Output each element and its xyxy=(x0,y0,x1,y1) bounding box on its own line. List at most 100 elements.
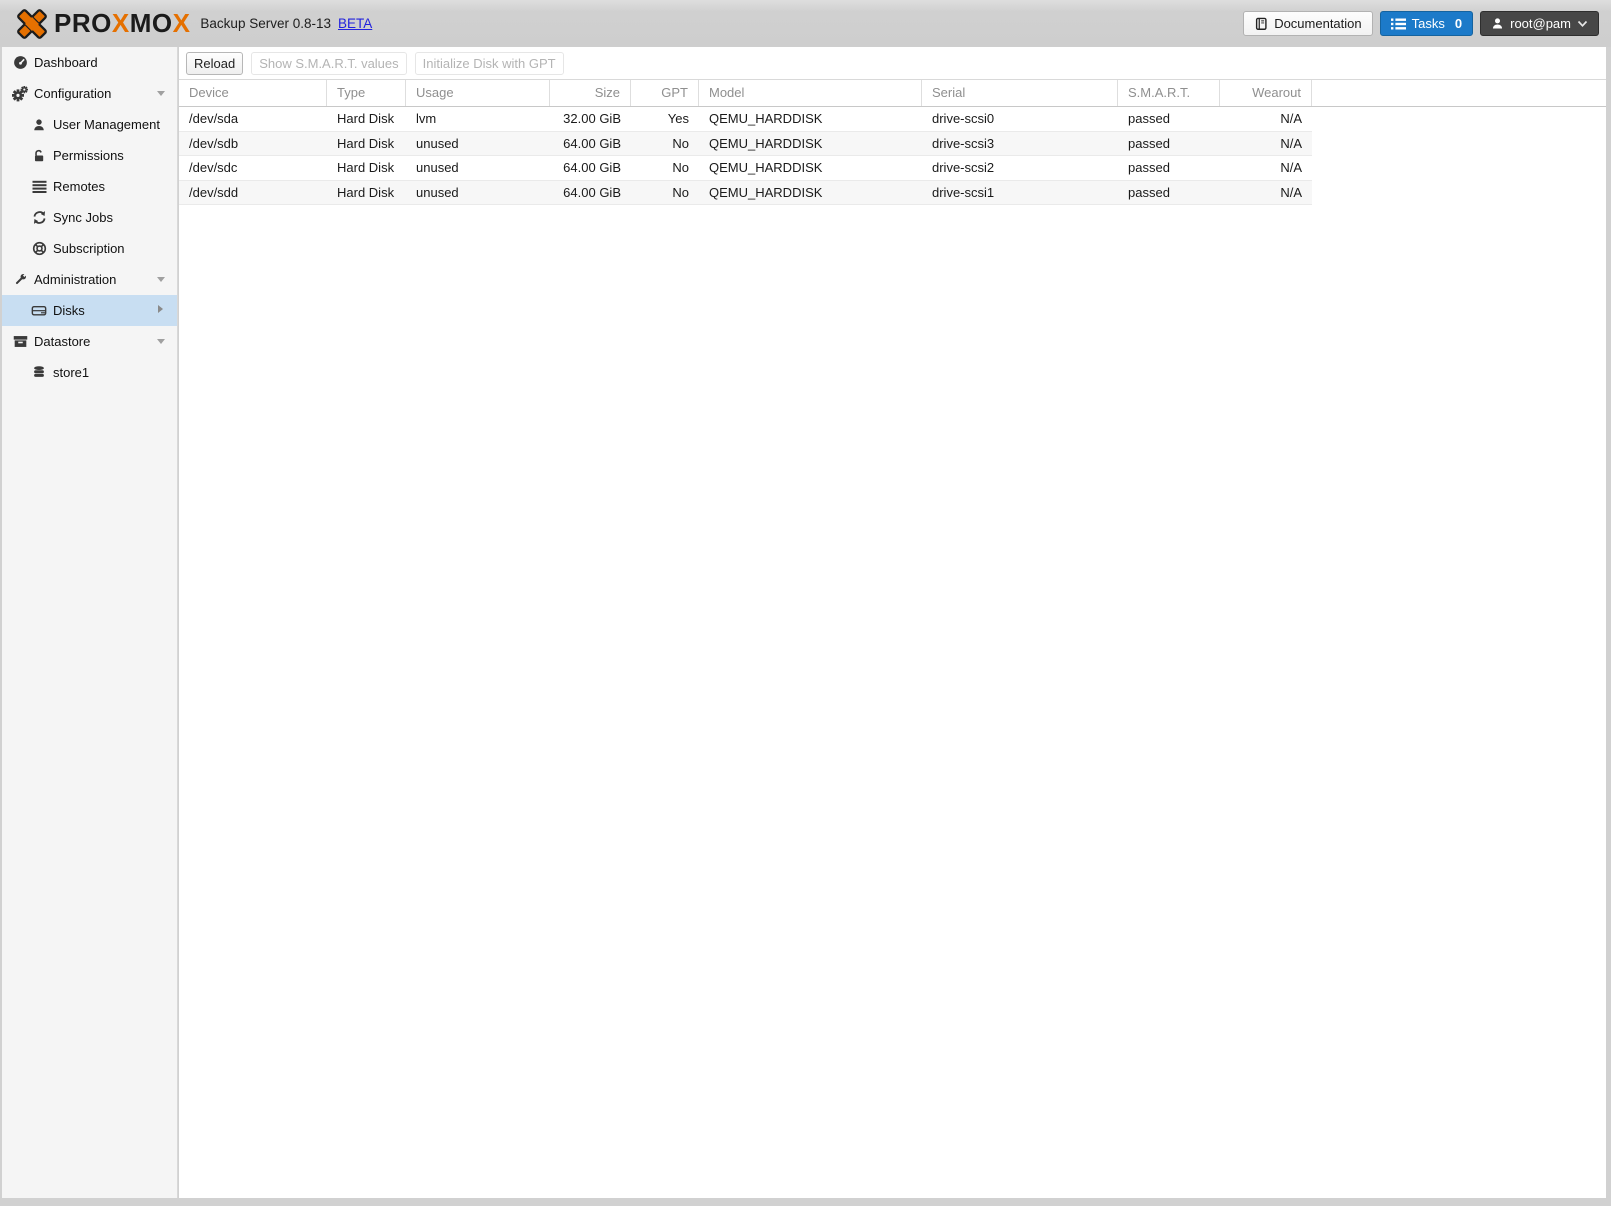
disks-toolbar: Reload Show S.M.A.R.T. values Initialize D… xyxy=(179,47,1606,79)
column-header-filler xyxy=(1312,80,1606,106)
cell-s-m-a-r-t-: passed xyxy=(1128,135,1170,151)
archive-icon xyxy=(12,334,28,350)
gears-icon xyxy=(12,85,28,102)
show-s-m-a-r-t-values-button: Show S.M.A.R.T. values xyxy=(251,51,407,75)
content-panel: Reload Show S.M.A.R.T. values Initialize D… xyxy=(179,47,1606,1198)
sidebar-item-sync-jobs[interactable]: Sync Jobs xyxy=(2,202,177,233)
cell-device: /dev/sda xyxy=(189,111,239,126)
user-menu-button[interactable]: root@pam xyxy=(1480,11,1599,36)
sidebar-item-label: Disks xyxy=(53,303,85,318)
column-header-serial[interactable]: Serial xyxy=(922,80,1118,106)
proxmox-wordmark: PROXMOX xyxy=(54,8,191,38)
sidebar-item-configuration[interactable]: Configuration xyxy=(2,78,177,109)
collapse-arrow-icon[interactable] xyxy=(157,339,165,344)
column-header-gpt[interactable]: GPT xyxy=(631,80,699,106)
user-label: root@pam xyxy=(1510,16,1571,31)
cell-model: QEMU_HARDDISK xyxy=(709,160,823,175)
documentation-label: Documentation xyxy=(1274,16,1362,31)
cell-model: QEMU_HARDDISK xyxy=(709,184,823,200)
cell-wearout: N/A xyxy=(1280,135,1302,151)
cell-size: 64.00 GiB xyxy=(563,135,621,151)
cell-serial: drive-scsi1 xyxy=(932,184,995,200)
cell-type: Hard Disk xyxy=(337,160,395,175)
sidebar-item-dashboard[interactable]: Dashboard xyxy=(2,47,177,78)
chevron-right-icon xyxy=(158,305,163,313)
sidebar-item-label: User Management xyxy=(53,117,160,132)
column-header-size[interactable]: Size xyxy=(550,80,631,106)
unlock-icon xyxy=(31,148,47,164)
cell-device: /dev/sdd xyxy=(189,184,239,200)
sidebar-item-label: Sync Jobs xyxy=(53,210,113,225)
sidebar-item-datastore[interactable]: Datastore xyxy=(2,326,177,357)
user-icon xyxy=(31,117,47,133)
task-list-icon xyxy=(1390,18,1406,29)
cell-gpt: No xyxy=(672,135,689,151)
cell-device: /dev/sdb xyxy=(189,135,239,151)
table-row-dev-sda[interactable]: /dev/sda Hard Disk lvm 32.00 GiB Yes QEMU_HAR… xyxy=(179,107,1312,132)
lifering-icon xyxy=(31,241,47,257)
reload-button[interactable]: Reload xyxy=(186,51,244,75)
cell-s-m-a-r-t-: passed xyxy=(1128,111,1170,126)
book-icon xyxy=(1256,17,1267,30)
cell-s-m-a-r-t-: passed xyxy=(1128,184,1170,200)
cell-usage: lvm xyxy=(416,111,437,126)
cell-wearout: N/A xyxy=(1280,160,1302,175)
column-header-model[interactable]: Model xyxy=(699,80,922,106)
list-icon xyxy=(31,179,47,195)
cell-type: Hard Disk xyxy=(337,135,395,151)
sidebar-item-label: Permissions xyxy=(53,148,124,163)
proxmox-x-icon xyxy=(17,8,47,39)
cell-wearout: N/A xyxy=(1280,111,1302,126)
sidebar-item-label: Subscription xyxy=(53,241,125,256)
cell-gpt: Yes xyxy=(667,111,689,126)
sidebar-item-subscription[interactable]: Subscription xyxy=(2,233,177,264)
chevron-down-icon xyxy=(1577,20,1588,27)
initialize-disk-with-gpt-button: Initialize Disk with GPT xyxy=(414,51,564,75)
sidebar-item-administration[interactable]: Administration xyxy=(2,264,177,295)
tasks-count-badge: 0 xyxy=(1454,16,1463,31)
disks-table: /dev/sda Hard Disk lvm 32.00 GiB Yes QEMU_HAR… xyxy=(179,107,1312,205)
sidebar-item-disks[interactable]: Disks xyxy=(2,295,177,326)
sidebar-item-user-management[interactable]: User Management xyxy=(2,109,177,140)
cell-gpt: No xyxy=(672,184,689,200)
sidebar-item-label: Configuration xyxy=(34,86,112,101)
table-row-dev-sdd[interactable]: /dev/sdd Hard Disk unused 64.00 GiB No QEMU_H… xyxy=(179,180,1312,205)
cell-usage: unused xyxy=(416,184,459,200)
sidebar-item-label: Dashboard xyxy=(34,55,98,70)
column-header-usage[interactable]: Usage xyxy=(406,80,550,106)
cell-gpt: No xyxy=(672,160,689,175)
tasks-label: Tasks xyxy=(1411,16,1445,31)
cell-serial: drive-scsi3 xyxy=(932,135,995,151)
column-header-type[interactable]: Type xyxy=(327,80,406,106)
table-row-dev-sdc[interactable]: /dev/sdc Hard Disk unused 64.00 GiB No QEMU_H… xyxy=(179,156,1312,181)
column-header-wearout[interactable]: Wearout xyxy=(1220,80,1312,106)
tasks-button[interactable]: Tasks 0 xyxy=(1379,11,1474,36)
cell-size: 64.00 GiB xyxy=(563,184,621,200)
database-icon xyxy=(31,365,47,381)
cell-model: QEMU_HARDDISK xyxy=(709,111,823,126)
wrench-icon xyxy=(12,272,28,288)
cell-type: Hard Disk xyxy=(337,184,395,200)
navigation-sidebar: Dashboard Configuration User Management Per… xyxy=(2,47,178,1198)
collapse-arrow-icon[interactable] xyxy=(157,91,165,96)
sidebar-item-label: store1 xyxy=(53,365,90,380)
sidebar-item-label: Administration xyxy=(34,272,117,287)
cell-device: /dev/sdc xyxy=(189,160,238,175)
cell-usage: unused xyxy=(416,135,459,151)
beta-link[interactable]: BETA xyxy=(338,16,372,31)
column-header-s-m-a-r-t-[interactable]: S.M.A.R.T. xyxy=(1118,80,1220,106)
sidebar-item-store1[interactable]: store1 xyxy=(2,357,177,388)
sync-icon xyxy=(31,210,47,226)
collapse-arrow-icon[interactable] xyxy=(157,277,165,282)
table-row-dev-sdb[interactable]: /dev/sdb Hard Disk unused 64.00 GiB No QEMU_H… xyxy=(179,131,1312,156)
documentation-button[interactable]: Documentation xyxy=(1243,11,1373,36)
cell-usage: unused xyxy=(416,160,459,175)
cell-type: Hard Disk xyxy=(337,111,395,126)
sidebar-item-permissions[interactable]: Permissions xyxy=(2,140,177,171)
column-header-device[interactable]: Device xyxy=(179,80,327,106)
proxmox-logo: PROXMOX xyxy=(14,6,190,42)
hdd-icon xyxy=(31,303,47,319)
cell-serial: drive-scsi2 xyxy=(932,160,995,175)
cell-s-m-a-r-t-: passed xyxy=(1128,160,1170,175)
sidebar-item-remotes[interactable]: Remotes xyxy=(2,171,177,202)
